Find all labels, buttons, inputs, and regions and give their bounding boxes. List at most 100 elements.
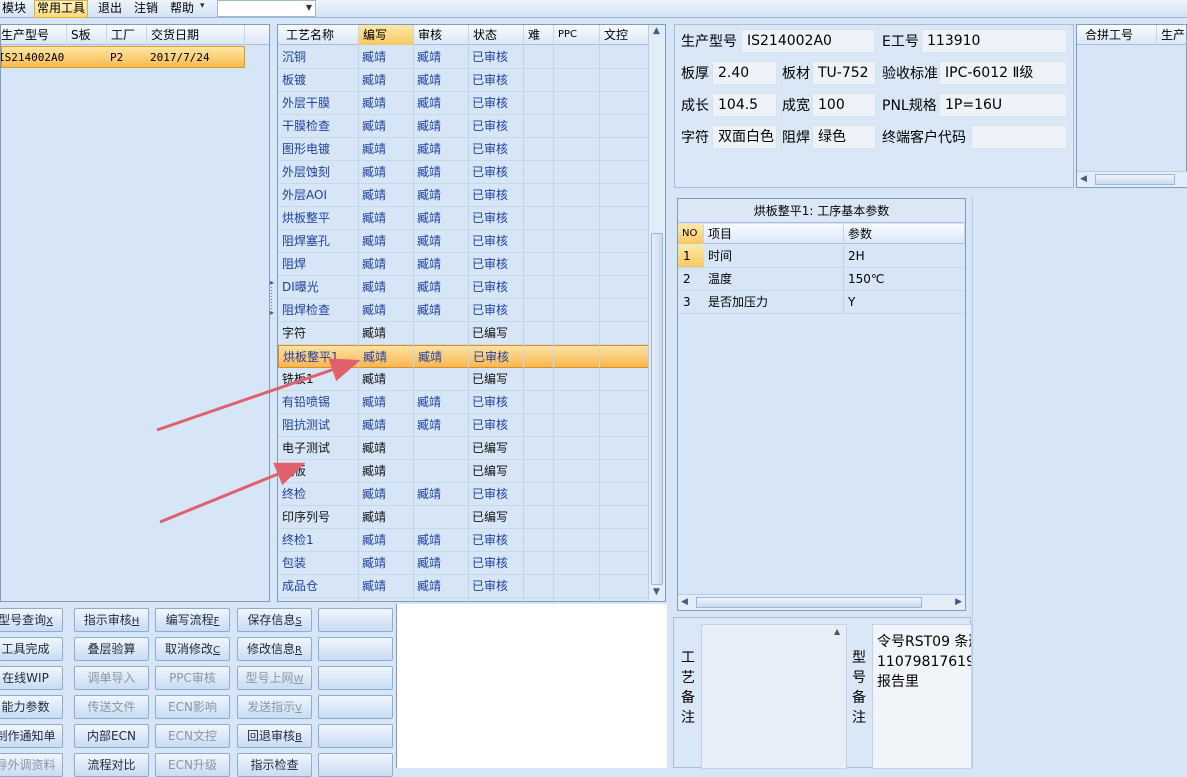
process-remark-textbox[interactable]: ▲ [701, 624, 847, 769]
col-ppc[interactable]: PPC [554, 25, 600, 45]
process-row[interactable]: 阻焊塞孔 臧靖 臧靖 已审核 [278, 230, 649, 253]
col-no[interactable]: NO [678, 224, 704, 244]
merge-grid-scrollbar[interactable]: ◀ [1077, 171, 1187, 187]
action-button[interactable]: 指示审核H [74, 608, 149, 632]
process-row[interactable]: 字符 臧靖 已编写 [278, 322, 649, 345]
scroll-left-icon[interactable]: ◀ [681, 597, 688, 607]
action-button[interactable]: 流程对比 [74, 753, 149, 777]
scroll-up-icon[interactable]: ▲ [653, 26, 660, 36]
scroll-right-icon[interactable]: ▶ [955, 597, 962, 607]
col-status[interactable]: 状态 [469, 25, 524, 45]
process-row[interactable]: 有铅喷锡 臧靖 臧靖 已审核 [278, 391, 649, 414]
action-button[interactable]: 修改信息R [237, 637, 312, 661]
action-button[interactable]: ECN升级 [155, 753, 230, 777]
standard-field[interactable]: IPC-6012 Ⅱ级 [939, 61, 1067, 85]
action-button[interactable]: 型号上网W [237, 666, 312, 690]
pnl-field[interactable]: 1P=16U [939, 93, 1067, 117]
scrollbar-thumb[interactable] [651, 233, 663, 585]
params-scrollbar[interactable]: ◀ ▶ [678, 594, 965, 610]
action-button[interactable]: 发送指示V [237, 695, 312, 719]
model-remark-textbox[interactable]: 令号RST09 条形 11079817619成 报告里 [872, 624, 972, 769]
process-row[interactable]: 终检 臧靖 臧靖 已审核 [278, 483, 649, 506]
scroll-left-icon[interactable]: ◀ [1080, 174, 1087, 184]
scroll-up-icon[interactable]: ▲ [834, 627, 844, 636]
process-row[interactable]: 外层蚀刻 臧靖 臧靖 已审核 [278, 161, 649, 184]
splitter-handle[interactable]: ▸:::: ▸ [270, 279, 274, 330]
width-field[interactable]: 100 [812, 93, 876, 117]
param-row[interactable]: 2 温度 150℃ [678, 268, 965, 291]
col-item[interactable]: 项目 [704, 224, 844, 244]
e-no-field[interactable]: 113910 [921, 29, 1067, 53]
order-row[interactable]: IS214002A0 P2 2017/7/24 [1, 46, 245, 68]
action-button[interactable]: 在线WIP [0, 666, 63, 690]
action-button[interactable]: 制作通知单 [0, 724, 63, 748]
action-button[interactable]: 工具完成 [0, 637, 63, 661]
process-row[interactable]: 印序列号 臧靖 已编写 [278, 506, 649, 529]
action-button[interactable]: 指示检查 [237, 753, 312, 777]
menu-help[interactable]: 帮助 [168, 0, 196, 18]
toolbar-combo[interactable]: ▼ [217, 0, 316, 17]
action-button[interactable]: 保存信息S [237, 608, 312, 632]
process-grid-scrollbar[interactable]: ▲ ▼ [648, 25, 665, 601]
process-row[interactable]: 干膜检查 臧靖 臧靖 已审核 [278, 115, 649, 138]
process-row[interactable]: 沉铜 臧靖 臧靖 已审核 [278, 46, 649, 69]
process-row[interactable]: 烘板整平1 臧靖 臧靖 已审核 [278, 345, 649, 368]
action-button[interactable]: 叠层验算 [74, 637, 149, 661]
col-doc-control[interactable]: 文控 [600, 25, 649, 45]
action-button[interactable]: 调单导入 [74, 666, 149, 690]
process-row[interactable]: 外层AOI 臧靖 臧靖 已审核 [278, 184, 649, 207]
action-button[interactable]: 取消修改C [155, 637, 230, 661]
process-row[interactable]: 阻焊 臧靖 臧靖 已审核 [278, 253, 649, 276]
col-delivery-date[interactable]: 交货日期 [147, 25, 245, 45]
action-button[interactable]: 内部ECN [74, 724, 149, 748]
process-row[interactable]: 铣板1 臧靖 已编写 [278, 368, 649, 391]
scrollbar-thumb[interactable] [696, 597, 922, 608]
process-row[interactable]: 铣板 臧靖 已编写 [278, 460, 649, 483]
length-field[interactable]: 104.5 [712, 93, 777, 117]
process-row[interactable]: 阻焊检查 臧靖 臧靖 已审核 [278, 299, 649, 322]
col-difficulty[interactable]: 难 [524, 25, 554, 45]
blank-button[interactable] [318, 753, 393, 777]
action-button[interactable]: PPC审核 [155, 666, 230, 690]
col-merge-model[interactable]: 生产 [1157, 25, 1187, 45]
action-button[interactable]: 型号查询X [0, 608, 63, 632]
menu-common-tools[interactable]: 常用工具 [34, 0, 89, 18]
menu-exit[interactable]: 退出 [96, 0, 124, 18]
col-merge-no[interactable]: 合拼工号 [1081, 25, 1157, 45]
menu-module[interactable]: 模块 [0, 0, 28, 18]
process-row[interactable]: 包装 臧靖 臧靖 已审核 [278, 552, 649, 575]
chevron-down-icon[interactable]: ▼ [306, 3, 312, 12]
action-button[interactable]: 传送文件 [74, 695, 149, 719]
action-button[interactable]: 回退审核B [237, 724, 312, 748]
col-value[interactable]: 参数 [844, 224, 965, 244]
process-row[interactable]: 电子测试 臧靖 已编写 [278, 437, 649, 460]
blank-button[interactable] [318, 695, 393, 719]
action-button[interactable]: 导外调资料 [0, 753, 63, 777]
process-row[interactable]: 阻抗测试 臧靖 臧靖 已审核 [278, 414, 649, 437]
process-row[interactable]: 外层干膜 臧靖 臧靖 已审核 [278, 92, 649, 115]
col-reviewer[interactable]: 审核 [414, 25, 469, 45]
scroll-down-icon[interactable]: ▼ [653, 587, 660, 597]
col-model[interactable]: 生产型号 [1, 25, 67, 45]
param-row[interactable]: 1 时间 2H [678, 245, 965, 268]
process-row[interactable]: 图形电镀 臧靖 臧靖 已审核 [278, 138, 649, 161]
customer-field[interactable] [971, 125, 1067, 149]
action-button[interactable]: ECN影响 [155, 695, 230, 719]
col-s-board[interactable]: S板 [67, 25, 107, 45]
process-row[interactable]: 终检1 臧靖 臧靖 已审核 [278, 529, 649, 552]
process-row[interactable]: 板镀 臧靖 臧靖 已审核 [278, 69, 649, 92]
process-row[interactable]: 烘板整平 臧靖 臧靖 已审核 [278, 207, 649, 230]
action-button[interactable]: 能力参数 [0, 695, 63, 719]
blank-button[interactable] [318, 608, 393, 632]
action-button[interactable]: ECN文控 [155, 724, 230, 748]
model-field[interactable]: IS214002A0 [741, 29, 875, 53]
process-row[interactable]: DI曝光 臧靖 臧靖 已审核 [278, 276, 649, 299]
blank-button[interactable] [318, 666, 393, 690]
col-process-name[interactable]: 工艺名称 [282, 25, 359, 45]
mask-field[interactable]: 绿色 [812, 125, 876, 149]
col-writer[interactable]: 编写 [359, 25, 414, 45]
process-row[interactable]: 成品仓 臧靖 臧靖 已审核 [278, 575, 649, 598]
param-row[interactable]: 3 是否加压力 Y [678, 291, 965, 314]
scrollbar-thumb[interactable] [1095, 174, 1175, 185]
thickness-field[interactable]: 2.40 [712, 61, 777, 85]
